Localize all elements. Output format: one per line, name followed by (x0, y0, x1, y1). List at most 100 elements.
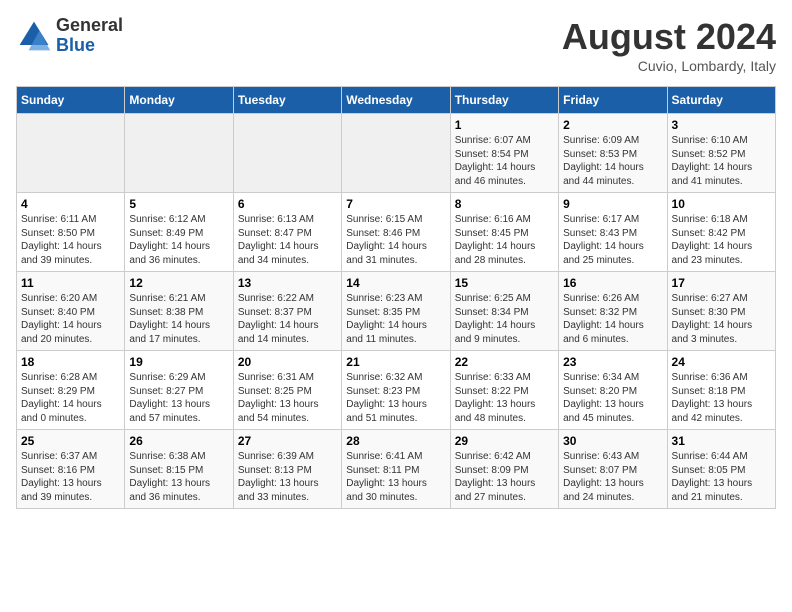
day-number: 28 (346, 434, 445, 448)
day-info: Sunrise: 6:27 AM Sunset: 8:30 PM Dayligh… (672, 292, 771, 346)
day-info: Sunrise: 6:25 AM Sunset: 8:34 PM Dayligh… (455, 292, 554, 346)
day-number: 4 (21, 197, 120, 211)
day-info: Sunrise: 6:36 AM Sunset: 8:18 PM Dayligh… (672, 371, 771, 425)
day-number: 6 (238, 197, 337, 211)
calendar-cell: 20 Sunrise: 6:31 AM Sunset: 8:25 PM Dayli… (233, 351, 341, 430)
calendar-cell: 13 Sunrise: 6:22 AM Sunset: 8:37 PM Dayli… (233, 272, 341, 351)
calendar-cell: 27 Sunrise: 6:39 AM Sunset: 8:13 PM Dayli… (233, 430, 341, 509)
day-info: Sunrise: 6:42 AM Sunset: 8:09 PM Dayligh… (455, 450, 554, 504)
calendar-cell: 4 Sunrise: 6:11 AM Sunset: 8:50 PM Daylig… (17, 193, 125, 272)
day-number: 18 (21, 355, 120, 369)
day-number: 26 (129, 434, 228, 448)
calendar-cell: 1 Sunrise: 6:07 AM Sunset: 8:54 PM Daylig… (450, 114, 558, 193)
calendar-cell: 24 Sunrise: 6:36 AM Sunset: 8:18 PM Dayli… (667, 351, 775, 430)
calendar-cell: 14 Sunrise: 6:23 AM Sunset: 8:35 PM Dayli… (342, 272, 450, 351)
day-header-sunday: Sunday (17, 87, 125, 114)
day-number: 25 (21, 434, 120, 448)
logo-blue: Blue (56, 35, 95, 55)
day-info: Sunrise: 6:16 AM Sunset: 8:45 PM Dayligh… (455, 213, 554, 267)
calendar-cell: 22Sunrise: 6:33 AM Sunset: 8:22 PM Dayli… (450, 351, 558, 430)
calendar-cell: 11Sunrise: 6:20 AM Sunset: 8:40 PM Dayli… (17, 272, 125, 351)
month-title: August 2024 (562, 16, 776, 58)
day-number: 8 (455, 197, 554, 211)
calendar-cell: 10 Sunrise: 6:18 AM Sunset: 8:42 PM Dayli… (667, 193, 775, 272)
day-info: Sunrise: 6:34 AM Sunset: 8:20 PM Dayligh… (563, 371, 662, 425)
day-number: 14 (346, 276, 445, 290)
calendar-cell: 18 Sunrise: 6:28 AM Sunset: 8:29 PM Dayli… (17, 351, 125, 430)
day-info: Sunrise: 6:07 AM Sunset: 8:54 PM Dayligh… (455, 134, 554, 188)
day-info: Sunrise: 6:10 AM Sunset: 8:52 PM Dayligh… (672, 134, 771, 188)
calendar-cell: 5 Sunrise: 6:12 AM Sunset: 8:49 PM Daylig… (125, 193, 233, 272)
day-info: Sunrise: 6:31 AM Sunset: 8:25 PM Dayligh… (238, 371, 337, 425)
day-info: Sunrise: 6:22 AM Sunset: 8:37 PM Dayligh… (238, 292, 337, 346)
day-info: Sunrise: 6:32 AM Sunset: 8:23 PM Dayligh… (346, 371, 445, 425)
day-header-monday: Monday (125, 87, 233, 114)
day-header-thursday: Thursday (450, 87, 558, 114)
calendar-cell: 23 Sunrise: 6:34 AM Sunset: 8:20 PM Dayli… (559, 351, 667, 430)
calendar-cell (342, 114, 450, 193)
day-info: Sunrise: 6:11 AM Sunset: 8:50 PM Dayligh… (21, 213, 120, 267)
day-number: 2 (563, 118, 662, 132)
location-subtitle: Cuvio, Lombardy, Italy (562, 58, 776, 74)
calendar-cell: 30Sunrise: 6:43 AM Sunset: 8:07 PM Dayli… (559, 430, 667, 509)
logo-general: General (56, 15, 123, 35)
day-info: Sunrise: 6:29 AM Sunset: 8:27 PM Dayligh… (129, 371, 228, 425)
day-number: 12 (129, 276, 228, 290)
day-header-friday: Friday (559, 87, 667, 114)
day-number: 1 (455, 118, 554, 132)
day-header-saturday: Saturday (667, 87, 775, 114)
day-info: Sunrise: 6:09 AM Sunset: 8:53 PM Dayligh… (563, 134, 662, 188)
calendar-cell: 7 Sunrise: 6:15 AM Sunset: 8:46 PM Daylig… (342, 193, 450, 272)
calendar-week-4: 18 Sunrise: 6:28 AM Sunset: 8:29 PM Dayli… (17, 351, 776, 430)
day-number: 31 (672, 434, 771, 448)
calendar-cell (17, 114, 125, 193)
day-number: 29 (455, 434, 554, 448)
day-info: Sunrise: 6:28 AM Sunset: 8:29 PM Dayligh… (21, 371, 120, 425)
calendar-cell: 29 Sunrise: 6:42 AM Sunset: 8:09 PM Dayli… (450, 430, 558, 509)
day-number: 24 (672, 355, 771, 369)
day-number: 7 (346, 197, 445, 211)
day-info: Sunrise: 6:26 AM Sunset: 8:32 PM Dayligh… (563, 292, 662, 346)
logo-text: General Blue (56, 16, 123, 56)
day-info: Sunrise: 6:20 AM Sunset: 8:40 PM Dayligh… (21, 292, 120, 346)
calendar-header-row: SundayMondayTuesdayWednesdayThursdayFrid… (17, 87, 776, 114)
logo-icon (16, 18, 52, 54)
calendar-table: SundayMondayTuesdayWednesdayThursdayFrid… (16, 86, 776, 509)
calendar-cell: 16Sunrise: 6:26 AM Sunset: 8:32 PM Dayli… (559, 272, 667, 351)
day-number: 15 (455, 276, 554, 290)
day-info: Sunrise: 6:23 AM Sunset: 8:35 PM Dayligh… (346, 292, 445, 346)
day-info: Sunrise: 6:37 AM Sunset: 8:16 PM Dayligh… (21, 450, 120, 504)
day-number: 13 (238, 276, 337, 290)
day-number: 5 (129, 197, 228, 211)
day-number: 27 (238, 434, 337, 448)
calendar-week-3: 11Sunrise: 6:20 AM Sunset: 8:40 PM Dayli… (17, 272, 776, 351)
calendar-cell: 21Sunrise: 6:32 AM Sunset: 8:23 PM Dayli… (342, 351, 450, 430)
day-number: 20 (238, 355, 337, 369)
logo: General Blue (16, 16, 123, 56)
day-info: Sunrise: 6:44 AM Sunset: 8:05 PM Dayligh… (672, 450, 771, 504)
calendar-cell: 15 Sunrise: 6:25 AM Sunset: 8:34 PM Dayli… (450, 272, 558, 351)
calendar-cell: 2 Sunrise: 6:09 AM Sunset: 8:53 PM Daylig… (559, 114, 667, 193)
day-info: Sunrise: 6:33 AM Sunset: 8:22 PM Dayligh… (455, 371, 554, 425)
calendar-cell: 28Sunrise: 6:41 AM Sunset: 8:11 PM Dayli… (342, 430, 450, 509)
day-header-tuesday: Tuesday (233, 87, 341, 114)
calendar-cell (233, 114, 341, 193)
day-info: Sunrise: 6:39 AM Sunset: 8:13 PM Dayligh… (238, 450, 337, 504)
day-info: Sunrise: 6:18 AM Sunset: 8:42 PM Dayligh… (672, 213, 771, 267)
day-number: 10 (672, 197, 771, 211)
title-block: August 2024 Cuvio, Lombardy, Italy (562, 16, 776, 74)
calendar-cell: 6 Sunrise: 6:13 AM Sunset: 8:47 PM Daylig… (233, 193, 341, 272)
day-number: 19 (129, 355, 228, 369)
day-info: Sunrise: 6:12 AM Sunset: 8:49 PM Dayligh… (129, 213, 228, 267)
day-number: 17 (672, 276, 771, 290)
day-info: Sunrise: 6:13 AM Sunset: 8:47 PM Dayligh… (238, 213, 337, 267)
calendar-cell: 12 Sunrise: 6:21 AM Sunset: 8:38 PM Dayli… (125, 272, 233, 351)
day-info: Sunrise: 6:15 AM Sunset: 8:46 PM Dayligh… (346, 213, 445, 267)
calendar-cell (125, 114, 233, 193)
day-number: 9 (563, 197, 662, 211)
day-info: Sunrise: 6:21 AM Sunset: 8:38 PM Dayligh… (129, 292, 228, 346)
calendar-cell: 9Sunrise: 6:17 AM Sunset: 8:43 PM Daylig… (559, 193, 667, 272)
day-number: 23 (563, 355, 662, 369)
calendar-week-5: 25 Sunrise: 6:37 AM Sunset: 8:16 PM Dayli… (17, 430, 776, 509)
calendar-cell: 31 Sunrise: 6:44 AM Sunset: 8:05 PM Dayli… (667, 430, 775, 509)
